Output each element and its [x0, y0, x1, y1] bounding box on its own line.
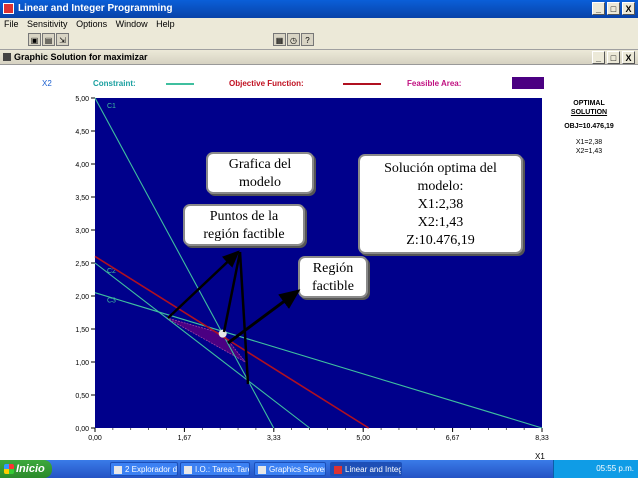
system-tray: 05:55 p.m. [553, 460, 638, 478]
folder-icon [114, 466, 122, 474]
windows-logo-icon [4, 464, 14, 474]
task-browser[interactable]: I.O.: Tarea: Tarea ... [180, 462, 250, 476]
task-explorer[interactable]: 2 Explorador de ... [110, 462, 178, 476]
task-graphics-server[interactable]: Graphics Server [254, 462, 326, 476]
start-label: Inicio [16, 463, 45, 475]
clock: 05:55 p.m. [596, 464, 634, 473]
app-task-icon [334, 466, 342, 474]
annotation-arrows [167, 250, 301, 385]
taskbar: Inicio 2 Explorador de ... I.O.: Tarea: … [0, 460, 638, 478]
arrow-region [227, 289, 301, 345]
task-linear-integer[interactable]: Linear and Integer ... [330, 462, 402, 476]
start-button[interactable]: Inicio [0, 460, 52, 478]
window-icon [258, 466, 266, 474]
arrow-puntos-c [238, 251, 250, 385]
browser-icon [184, 466, 192, 474]
arrow-puntos-a [167, 250, 240, 319]
